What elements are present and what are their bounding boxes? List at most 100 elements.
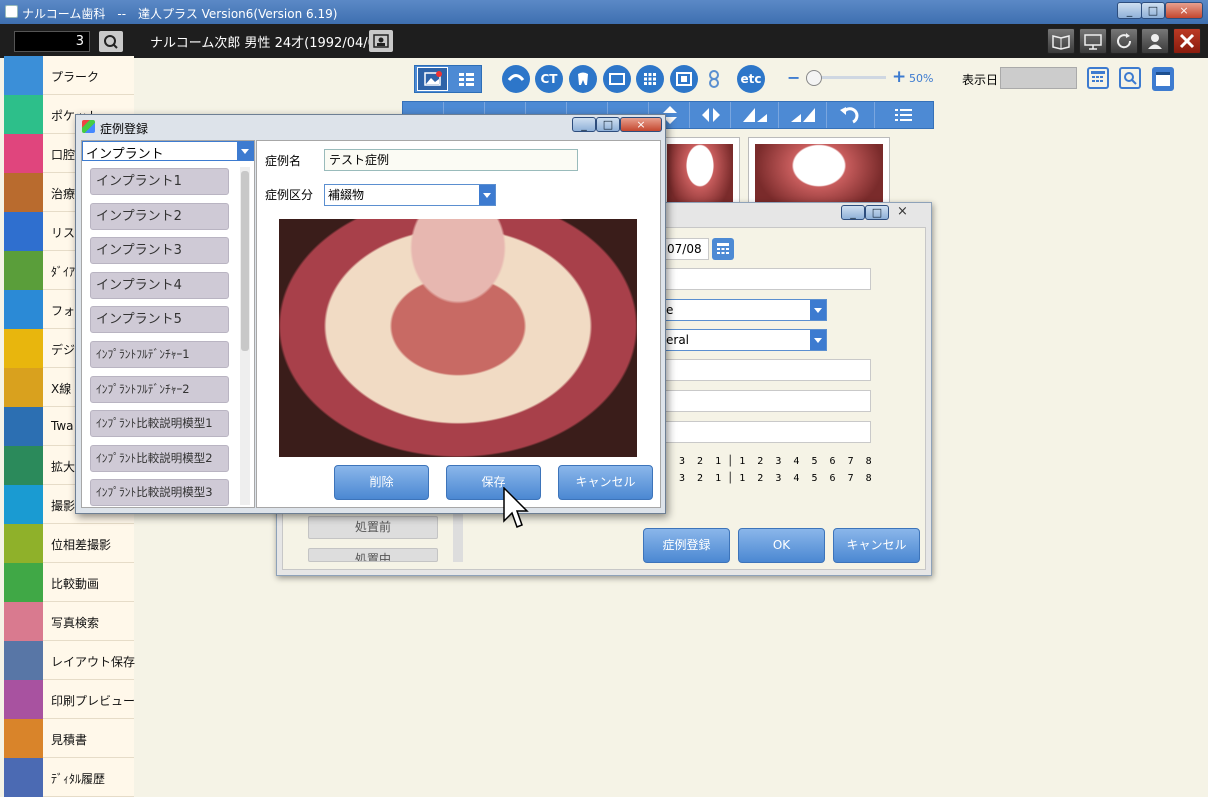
register-case-button[interactable]: 症例登録: [643, 528, 730, 563]
refresh-button[interactable]: [1110, 28, 1138, 54]
dialog-minimize-button[interactable]: _: [572, 117, 596, 132]
list-icon: [895, 109, 912, 121]
chevron-down-icon: [810, 300, 826, 320]
delete-button[interactable]: 削除: [334, 465, 429, 500]
grid-button[interactable]: [636, 65, 664, 93]
text-field[interactable]: [663, 268, 871, 290]
dialog-close-button[interactable]: ×: [897, 204, 908, 219]
list-item[interactable]: 処置中: [308, 548, 438, 562]
exit-button[interactable]: [1173, 28, 1201, 54]
link-button[interactable]: [707, 69, 721, 89]
photo-icon: [424, 71, 442, 86]
user-button[interactable]: [1141, 28, 1169, 54]
sidebar-item[interactable]: ﾃﾞｨﾀﾙ履歴: [4, 758, 134, 797]
tool-list-button[interactable]: [875, 102, 933, 128]
app-title-bar: ナルコーム歯科 -- 達人プラス Version6(Version 6.19) …: [0, 0, 1208, 24]
tool-flip-horizontal-button[interactable]: [690, 102, 731, 128]
sidebar-item[interactable]: レイアウト保存: [4, 641, 136, 680]
calendar-button[interactable]: [1087, 67, 1109, 89]
xray-panorama-button[interactable]: [603, 65, 631, 93]
tooth-button[interactable]: [569, 65, 597, 93]
patient-search-button[interactable]: [99, 31, 123, 52]
scrollbar[interactable]: [453, 512, 463, 562]
zoom-in-button[interactable]: +: [892, 67, 906, 87]
minimize-button[interactable]: _: [1117, 2, 1142, 19]
sidebar-item-icon: [4, 680, 43, 719]
scrollbar-thumb[interactable]: [241, 171, 249, 351]
case-list-item[interactable]: ｲﾝﾌﾟﾗﾝﾄ比較説明模型2: [90, 444, 229, 472]
ok-button[interactable]: OK: [738, 528, 825, 563]
date-calendar-button[interactable]: [712, 238, 734, 260]
sidebar-item-label: ﾀﾞｲｱ: [51, 265, 76, 279]
etc-button[interactable]: etc: [737, 65, 765, 93]
sidebar-item[interactable]: 見積書: [4, 719, 134, 758]
tool-rotate-right-button[interactable]: [779, 102, 827, 128]
list-view-button[interactable]: [451, 67, 481, 91]
sidebar-item-label: 撮影: [51, 499, 76, 513]
display-date-input[interactable]: [1000, 67, 1077, 89]
dialog-maximize-button[interactable]: □: [865, 205, 889, 220]
dialog-minimize-button[interactable]: _: [841, 205, 865, 220]
case-list-item[interactable]: インプラント4: [90, 271, 229, 299]
case-list-item[interactable]: インプラント2: [90, 202, 229, 230]
sidebar-item-icon: [4, 212, 43, 251]
sidebar-item-label: リス: [51, 226, 76, 240]
all-dates-button[interactable]: [1152, 67, 1174, 91]
maximize-button[interactable]: □: [1141, 2, 1165, 19]
tool-undo-button[interactable]: [827, 102, 875, 128]
case-list-item[interactable]: インプラント3: [90, 237, 229, 265]
sidebar-item-label: レイアウト保存: [51, 655, 136, 669]
case-list-item[interactable]: ｲﾝﾌﾟﾗﾝﾄﾌﾙﾃﾞﾝﾁｬｰ1: [90, 341, 229, 368]
dialog-title-bar: 症例登録 _ □ ×: [76, 115, 665, 139]
tool-rotate-left-button[interactable]: [731, 102, 779, 128]
case-name-input[interactable]: テスト症例: [324, 149, 578, 171]
monitor-button[interactable]: [1079, 28, 1107, 54]
text-field[interactable]: [663, 421, 871, 443]
sidebar-item[interactable]: プラーク: [4, 56, 134, 95]
cancel-button[interactable]: キャンセル: [833, 528, 920, 563]
close-button[interactable]: ×: [1165, 2, 1203, 19]
case-type-dropdown[interactable]: 補綴物: [324, 184, 496, 206]
dialog-maximize-button[interactable]: □: [596, 117, 620, 132]
tooth-chart-lower[interactable]: 3 2 1 │ 1 2 3 4 5 6 7 8: [679, 473, 872, 484]
case-list-item[interactable]: インプラント5: [90, 306, 229, 334]
sidebar-item[interactable]: 印刷プレビュー: [4, 680, 135, 719]
zoom-slider-thumb[interactable]: [806, 70, 822, 86]
dental-photo: [279, 219, 637, 457]
sidebar-item-label: 見積書: [51, 733, 88, 747]
patient-card-button[interactable]: [369, 30, 393, 52]
photo-view-button[interactable]: [417, 67, 448, 91]
intraoral-button[interactable]: [502, 65, 530, 93]
film-button[interactable]: [670, 65, 698, 93]
chevron-down-icon: [810, 330, 826, 350]
dialog-close-button[interactable]: ×: [620, 117, 662, 132]
sidebar-item[interactable]: 位相差撮影: [4, 524, 134, 563]
patient-id-input[interactable]: 3: [14, 31, 90, 52]
tooth-chart-upper[interactable]: 3 2 1 │ 1 2 3 4 5 6 7 8: [679, 456, 872, 467]
case-list-item[interactable]: ｲﾝﾌﾟﾗﾝﾄ比較説明模型3: [90, 479, 229, 507]
case-list-scrollbar[interactable]: [240, 167, 250, 505]
arrow-cursor-icon: [503, 486, 529, 528]
sidebar-item[interactable]: 比較動画: [4, 563, 134, 602]
book-button[interactable]: [1047, 28, 1075, 54]
case-list-item[interactable]: インプラント1: [90, 168, 229, 195]
book-icon: [1052, 35, 1070, 50]
text-field[interactable]: [663, 390, 871, 412]
app-icon: [5, 5, 18, 18]
text-field[interactable]: [663, 359, 871, 381]
type-dropdown[interactable]: eral: [663, 329, 827, 351]
zoom-out-button[interactable]: −: [787, 68, 800, 87]
search-date-button[interactable]: [1119, 67, 1141, 89]
chevron-down-icon: [479, 185, 495, 205]
sidebar-item-icon: [4, 95, 43, 134]
sidebar-item[interactable]: 写真検索: [4, 602, 134, 641]
date-field[interactable]: 07/08: [663, 238, 709, 260]
case-category-dropdown[interactable]: インプラント: [82, 141, 254, 162]
category-dropdown[interactable]: e: [663, 299, 827, 321]
case-list-item[interactable]: ｲﾝﾌﾟﾗﾝﾄ比較説明模型1: [90, 410, 229, 438]
sidebar-item-icon: [4, 56, 43, 95]
list-item[interactable]: 処置前: [308, 516, 438, 539]
case-list-item[interactable]: ｲﾝﾌﾟﾗﾝﾄﾌﾙﾃﾞﾝﾁｬｰ2: [90, 375, 229, 403]
ct-button[interactable]: CT: [535, 65, 563, 93]
cancel-button[interactable]: キャンセル: [558, 465, 653, 500]
